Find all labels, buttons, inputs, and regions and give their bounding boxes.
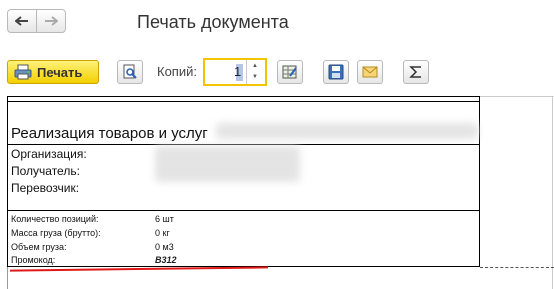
- back-button[interactable]: [7, 9, 37, 33]
- print-button-label: Печать: [37, 64, 83, 80]
- arrow-left-icon: [15, 16, 28, 26]
- save-button[interactable]: [323, 60, 349, 84]
- print-button[interactable]: Печать: [7, 60, 99, 84]
- copies-label: Копий:: [157, 64, 197, 79]
- forward-button[interactable]: [36, 9, 66, 33]
- document-title: Реализация товаров и услуг: [11, 125, 208, 142]
- table-edit-icon: [282, 65, 297, 79]
- print-document: Реализация товаров и услуг Организация: …: [7, 96, 480, 267]
- page-title: Печать документа: [137, 12, 289, 32]
- redacted-title-number: [216, 123, 478, 139]
- chevron-up-icon: ▲: [252, 63, 258, 69]
- document-top-row: [8, 97, 479, 102]
- summary-label: Масса груза (брутто):: [11, 228, 101, 238]
- promo-code-label: Промокод:: [11, 255, 56, 265]
- sum-button[interactable]: [403, 60, 429, 84]
- promo-code-value: В312: [155, 255, 177, 265]
- divider: [8, 144, 479, 145]
- divider: [8, 210, 479, 211]
- summary-label: Количество позиций:: [11, 214, 99, 224]
- preview-icon: [123, 64, 137, 79]
- printer-icon: [14, 64, 32, 80]
- save-icon: [328, 64, 344, 80]
- preview-button[interactable]: [117, 60, 143, 84]
- chevron-down-icon: ▼: [252, 74, 258, 80]
- page-break-line: [480, 267, 554, 268]
- envelope-icon: [362, 66, 378, 78]
- copies-stepper[interactable]: ▲ ▼: [246, 60, 265, 84]
- sheet-border-right: [552, 96, 553, 289]
- red-underline-annotation: [9, 266, 269, 272]
- summary-label: Объем груза:: [11, 242, 67, 252]
- edit-table-button[interactable]: [277, 60, 303, 84]
- summary-value: 6 шт: [155, 214, 174, 224]
- carrier-label: Перевозчик:: [11, 181, 80, 195]
- organization-label: Организация:: [11, 147, 87, 161]
- sheet-edge: [7, 267, 8, 289]
- sigma-icon: [409, 66, 421, 78]
- arrow-right-icon: [45, 16, 58, 26]
- summary-value: 0 м3: [155, 242, 174, 252]
- recipient-label: Получатель:: [11, 164, 80, 178]
- copies-value: 1: [234, 64, 242, 79]
- copies-input[interactable]: 1 ▲ ▼: [203, 58, 267, 86]
- redacted-parties: [155, 146, 300, 182]
- send-email-button[interactable]: [357, 60, 383, 84]
- summary-value: 0 кг: [155, 228, 170, 238]
